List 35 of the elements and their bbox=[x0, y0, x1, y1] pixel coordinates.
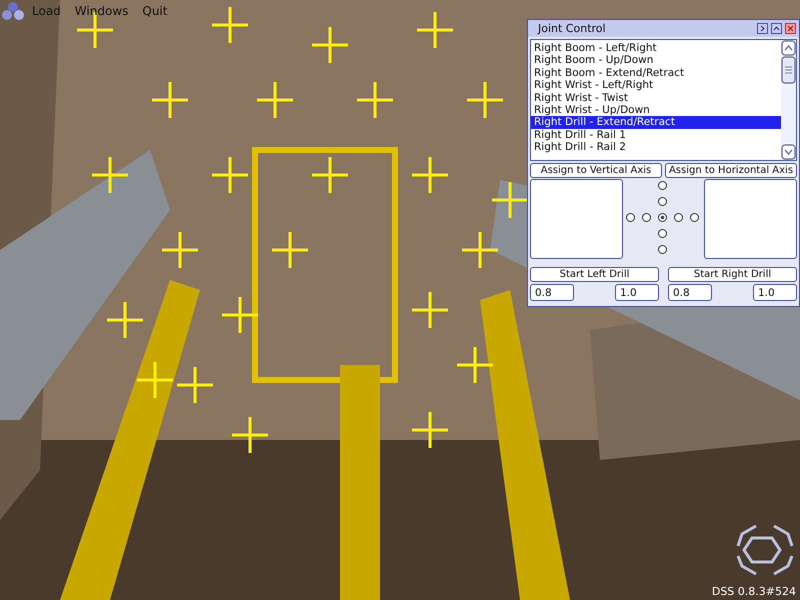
joint-list-item[interactable]: Right Boom - Left/Right bbox=[531, 42, 781, 54]
logo-icon bbox=[2, 1, 24, 21]
joint-list-item[interactable]: Right Wrist - Up/Down bbox=[531, 104, 781, 116]
scrollbar[interactable] bbox=[781, 40, 796, 160]
joint-list-item[interactable]: Right Wrist - Twist bbox=[531, 92, 781, 104]
start-drill-button[interactable]: Start Left Drill bbox=[530, 267, 659, 282]
joint-list-item[interactable]: Right Drill - Rail 2 bbox=[531, 141, 781, 154]
input-field[interactable]: 1.0 bbox=[615, 284, 659, 301]
radio-button[interactable] bbox=[690, 213, 698, 222]
close-icon[interactable] bbox=[785, 23, 796, 34]
start-drill-button[interactable]: Start Right Drill bbox=[668, 267, 797, 282]
radio-button[interactable] bbox=[658, 181, 666, 190]
joint-list-item[interactable]: Right Drill - Extend/Retract bbox=[531, 116, 781, 129]
radio-button[interactable] bbox=[674, 213, 682, 222]
menu-icon[interactable] bbox=[757, 23, 768, 34]
radio-button[interactable] bbox=[658, 213, 666, 222]
radio-button[interactable] bbox=[658, 197, 666, 206]
joint-list-item[interactable]: Right Drill - Rail 1 bbox=[531, 128, 781, 142]
radio-button[interactable] bbox=[658, 229, 666, 238]
input-field[interactable]: 0.8 bbox=[530, 284, 574, 301]
joint-list-item[interactable]: Right Wrist - Left/Right bbox=[531, 79, 781, 92]
radio-button[interactable] bbox=[642, 213, 650, 222]
input-field[interactable]: 0.8 bbox=[668, 284, 712, 301]
radio-button[interactable] bbox=[658, 245, 666, 254]
radio-button[interactable] bbox=[626, 213, 634, 222]
assign-axis-button[interactable]: Assign to Horizontal Axis bbox=[665, 163, 797, 178]
assign-axis-button[interactable]: Assign to Vertical Axis bbox=[530, 163, 662, 178]
minimize-icon[interactable] bbox=[771, 23, 782, 34]
joint-list-item[interactable]: Right Boom - Extend/Retract bbox=[531, 66, 781, 80]
menu-item[interactable]: Windows bbox=[74, 4, 128, 18]
version-label: DSS 0.8.3#524 bbox=[712, 585, 796, 598]
joint-list-item[interactable]: Right Boom - Up/Down bbox=[531, 54, 781, 67]
menu-item[interactable]: Quit bbox=[142, 4, 168, 18]
input-field[interactable]: 1.0 bbox=[753, 284, 797, 301]
window-title: Joint Control bbox=[538, 22, 606, 35]
